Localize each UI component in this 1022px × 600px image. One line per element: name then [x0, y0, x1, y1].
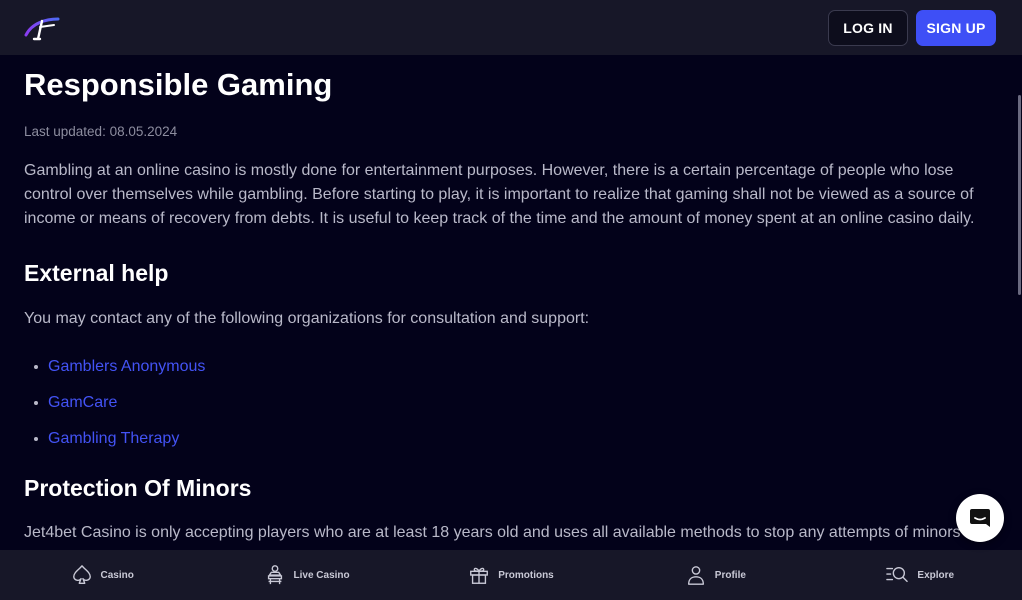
- nav-item-profile[interactable]: Profile: [613, 564, 817, 586]
- minors-paragraph: Jet4bet Casino is only accepting players…: [24, 524, 979, 541]
- scrollbar-thumb[interactable]: [1018, 95, 1021, 295]
- bullet-icon: [34, 401, 38, 405]
- search-menu-icon: [886, 566, 909, 583]
- spade-icon: [72, 565, 91, 584]
- dealer-icon: [267, 565, 282, 585]
- bottom-navigation: Casino Live Casino Promotions Profile Ex…: [0, 550, 1022, 600]
- nav-label: Promotions: [498, 569, 554, 581]
- minors-heading: Protection Of Minors: [24, 475, 252, 501]
- auth-buttons: LOG IN SIGN UP: [828, 9, 996, 46]
- login-button[interactable]: LOG IN: [828, 9, 908, 46]
- chat-bubble-icon: [970, 509, 990, 527]
- external-help-heading: External help: [24, 260, 169, 286]
- bullet-icon: [34, 365, 38, 369]
- organizations-list: Gamblers Anonymous GamCare Gambling Ther…: [24, 355, 998, 451]
- page-scrollbar[interactable]: [1016, 55, 1022, 550]
- nav-label: Live Casino: [293, 569, 350, 581]
- jet4bet-logo-icon[interactable]: [24, 13, 60, 43]
- gift-icon: [470, 567, 489, 584]
- external-help-text: You may contact any of the following org…: [24, 310, 590, 327]
- chat-button[interactable]: [956, 494, 1004, 542]
- user-icon: [687, 566, 704, 585]
- nav-label: Explore: [917, 569, 955, 581]
- signup-button[interactable]: SIGN UP: [916, 9, 996, 46]
- nav-item-explore[interactable]: Explore: [818, 564, 1022, 586]
- link-gambling-therapy[interactable]: Gambling Therapy: [48, 430, 179, 447]
- page-title: Responsible Gaming: [24, 67, 333, 102]
- nav-item-casino[interactable]: Casino: [0, 564, 204, 586]
- top-header: LOG IN SIGN UP: [0, 0, 1022, 55]
- nav-item-live-casino[interactable]: Live Casino: [205, 564, 409, 586]
- nav-label: Profile: [714, 569, 746, 581]
- intro-paragraph: Gambling at an online casino is mostly d…: [24, 162, 975, 227]
- nav-label: Casino: [100, 569, 134, 581]
- link-gamcare[interactable]: GamCare: [48, 394, 117, 411]
- list-item: GamCare: [34, 391, 998, 415]
- main-content: Responsible Gaming Last updated: 08.05.2…: [0, 55, 1022, 550]
- list-item: Gamblers Anonymous: [34, 355, 998, 379]
- last-updated-text: Last updated: 08.05.2024: [24, 124, 178, 139]
- nav-item-promotions[interactable]: Promotions: [409, 564, 613, 586]
- link-gamblers-anonymous[interactable]: Gamblers Anonymous: [48, 358, 205, 375]
- list-item: Gambling Therapy: [34, 427, 998, 451]
- bullet-icon: [34, 437, 38, 441]
